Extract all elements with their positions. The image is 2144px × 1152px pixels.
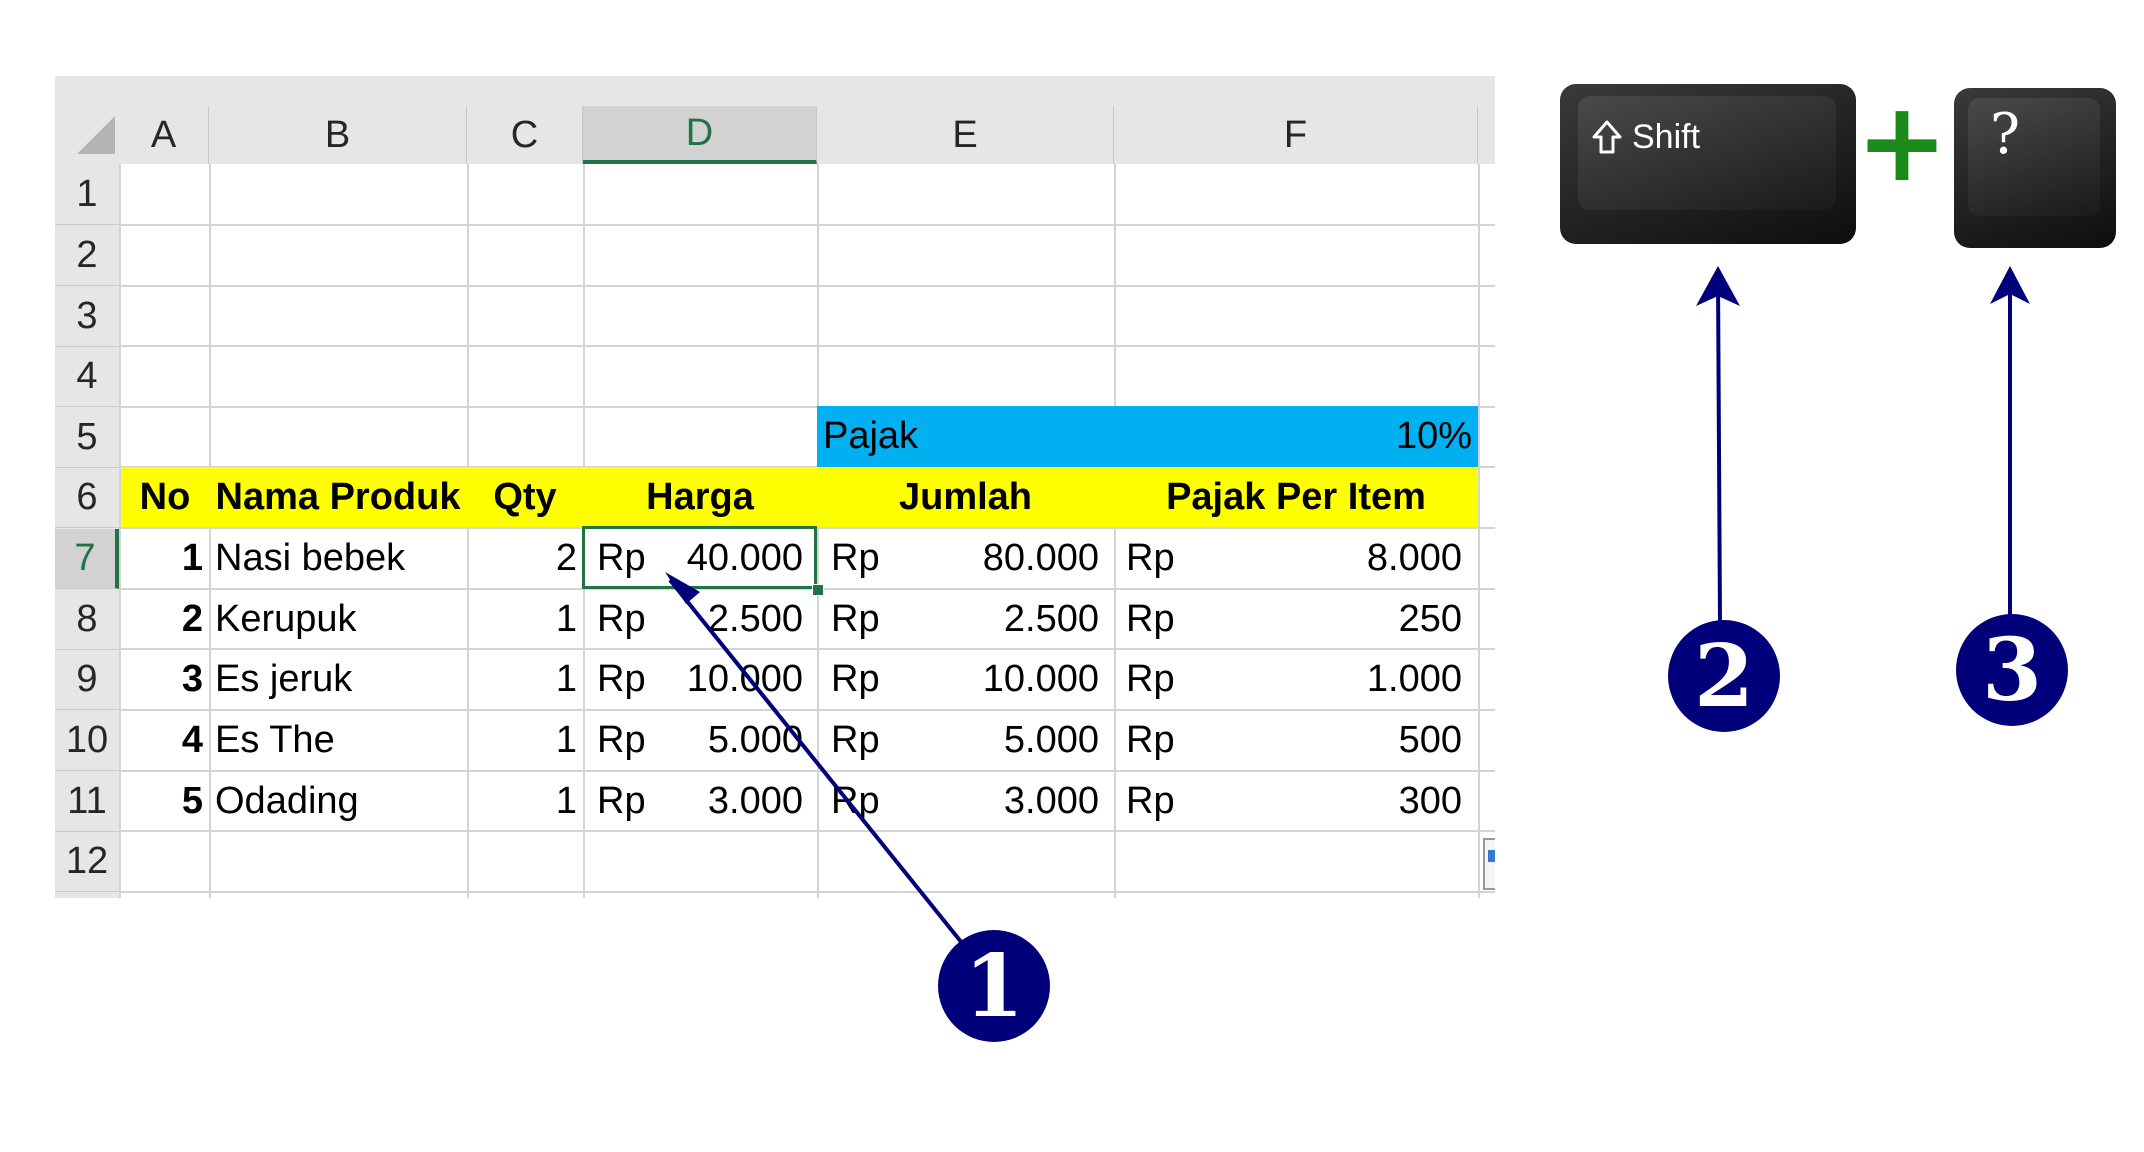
arrow-1 [668,578,968,950]
callout-arrows [665,266,2030,950]
callout-1: 1 [938,930,1050,1042]
arrow-1-head [665,572,700,604]
callout-3: 3 [1956,614,2068,726]
callout-2: 2 [1668,620,1780,732]
arrow-2 [1716,277,1722,625]
